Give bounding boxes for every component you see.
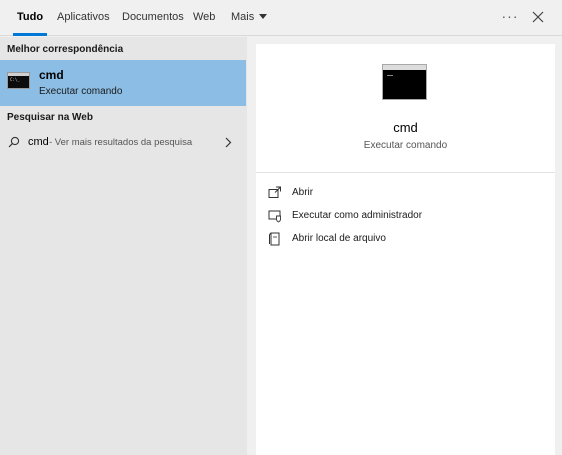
web-search-header: Pesquisar na Web [7, 112, 93, 123]
best-match-subtitle: Executar comando [39, 86, 123, 97]
best-match-header: Melhor correspondência [7, 44, 124, 55]
close-icon[interactable] [531, 10, 545, 24]
results-list: Melhor correspondência cmd Executar coma… [0, 37, 247, 455]
action-open-file-location[interactable]: Abrir local de arquivo [268, 229, 538, 249]
preview-subtitle: Executar comando [363, 140, 448, 151]
preview-pane: cmd Executar comando Abrir Executar como… [256, 44, 555, 455]
more-options-button[interactable]: ··· [500, 9, 520, 25]
action-run-as-admin[interactable]: Executar como administrador [268, 206, 538, 226]
command-prompt-large-icon [382, 64, 427, 100]
tab-web[interactable]: Web [193, 0, 215, 36]
chevron-right-icon[interactable] [224, 137, 232, 148]
best-match-result[interactable]: cmd Executar comando [0, 60, 246, 106]
caret-down-icon [259, 14, 268, 19]
run-as-admin-icon [268, 210, 281, 223]
tab-documents[interactable]: Documentos [122, 0, 184, 36]
search-icon [8, 136, 20, 148]
action-open-label: Abrir [292, 187, 314, 198]
open-icon [268, 186, 281, 198]
best-match-title: cmd [39, 68, 64, 82]
web-search-result[interactable]: cmd - Ver mais resultados da pesquisa [0, 132, 246, 154]
action-open-file-location-label: Abrir local de arquivo [292, 233, 386, 244]
action-open[interactable]: Abrir [268, 183, 538, 203]
tab-more[interactable]: Mais [231, 0, 268, 36]
web-search-query: cmd [28, 136, 49, 148]
tab-apps[interactable]: Aplicativos [57, 0, 110, 36]
command-prompt-icon [7, 72, 30, 89]
tab-more-label: Mais [231, 11, 255, 23]
web-search-hint: - Ver mais resultados da pesquisa [49, 137, 193, 148]
tab-all[interactable]: Tudo [12, 0, 48, 36]
preview-title: cmd [393, 120, 418, 135]
file-location-icon [269, 232, 280, 246]
panel-gap [247, 37, 256, 455]
search-tab-bar: Tudo Aplicativos Documentos Web Mais ··· [0, 0, 562, 36]
action-run-as-admin-label: Executar como administrador [292, 210, 423, 221]
preview-divider [256, 172, 555, 173]
